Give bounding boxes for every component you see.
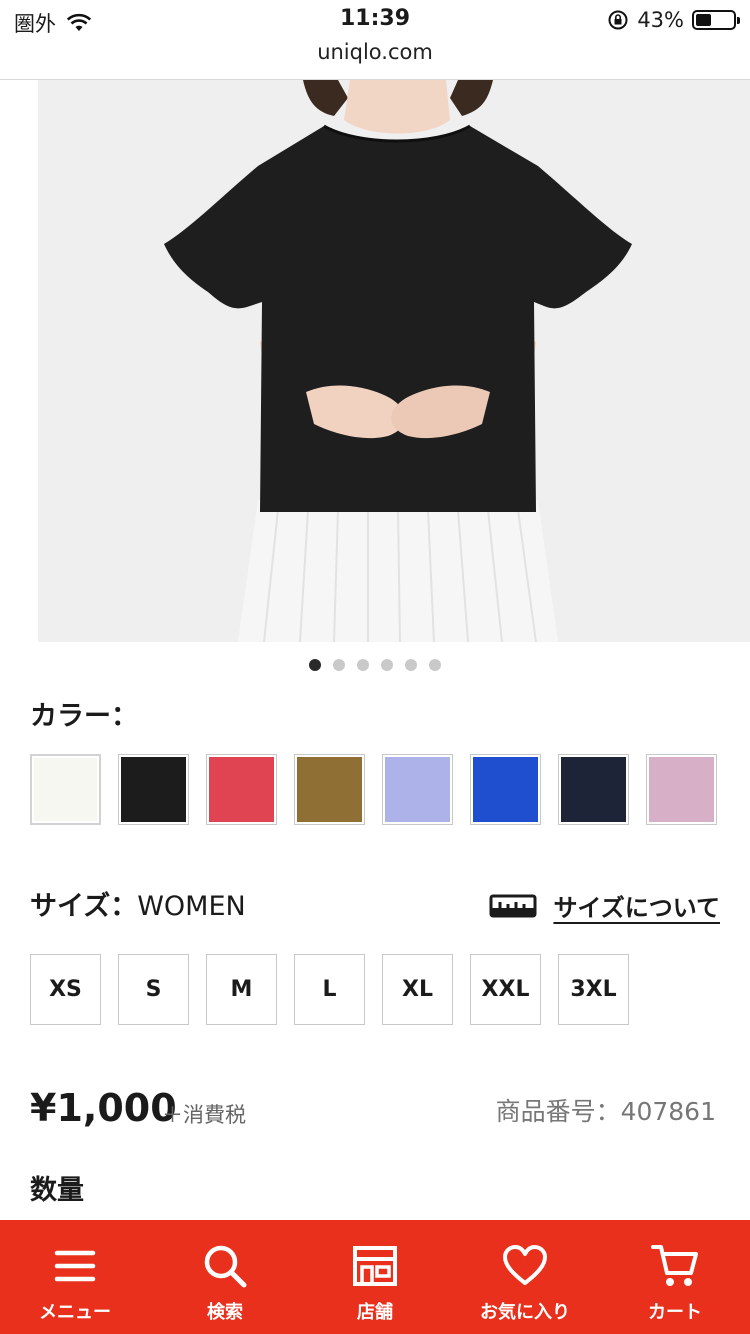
color-swatch-fill (34, 758, 97, 821)
color-swatch-lavender[interactable] (382, 754, 453, 825)
size-guide-label: サイズについて (553, 894, 720, 922)
battery-percent: 43% (637, 8, 684, 32)
color-swatch-olive-brown[interactable] (294, 754, 365, 825)
nav-store[interactable]: 店舗 (300, 1220, 450, 1334)
heart-icon (501, 1242, 549, 1290)
color-swatch-fill (385, 757, 450, 822)
nav-store-label: 店舗 (357, 1302, 393, 1323)
nav-search-label: 検索 (207, 1302, 243, 1323)
carousel-dot[interactable] (381, 659, 393, 671)
color-swatch-fill (649, 757, 714, 822)
color-swatch-fill (121, 757, 186, 822)
status-bar: 圏外 11:39 uniqlo.com 43% (0, 0, 750, 80)
cart-icon (651, 1242, 699, 1290)
color-swatch-fill (561, 757, 626, 822)
carousel-dot[interactable] (357, 659, 369, 671)
store-icon (351, 1242, 399, 1290)
nav-cart-label: カート (648, 1302, 702, 1323)
size-label-row: サイズ：WOMEN (30, 884, 246, 923)
size-option-3xl[interactable]: 3XL (558, 954, 629, 1025)
color-swatch-black[interactable] (118, 754, 189, 825)
nav-favorites[interactable]: お気に入り (450, 1220, 600, 1334)
color-swatches (30, 754, 717, 825)
color-label: カラー： (30, 701, 138, 732)
nav-cart[interactable]: カート (600, 1220, 750, 1334)
nav-menu-label: メニュー (39, 1302, 111, 1323)
battery-icon (692, 10, 740, 30)
size-option-s[interactable]: S (118, 954, 189, 1025)
size-label: サイズ： (30, 891, 138, 922)
bottom-nav: メニュー 検索 店舗 お気に入り カート (0, 1220, 750, 1334)
size-category: WOMEN (137, 891, 246, 922)
color-swatch-blue[interactable] (470, 754, 541, 825)
size-option-m[interactable]: M (206, 954, 277, 1025)
carousel-dot[interactable] (405, 659, 417, 671)
color-swatch-off-white[interactable] (30, 754, 101, 825)
tax-note: ＋消費税 (162, 1103, 246, 1127)
size-options: XS S M L XL XXL 3XL (30, 954, 629, 1025)
product-image[interactable] (38, 80, 750, 642)
carousel-dots (0, 659, 750, 671)
carousel-dot[interactable] (309, 659, 321, 671)
size-option-xs[interactable]: XS (30, 954, 101, 1025)
color-swatch-red[interactable] (206, 754, 277, 825)
size-option-l[interactable]: L (294, 954, 365, 1025)
carousel-dot[interactable] (333, 659, 345, 671)
nav-favorites-label: お気に入り (480, 1302, 570, 1323)
size-guide-link[interactable]: サイズについて (489, 888, 720, 923)
battery-fill (696, 14, 712, 26)
search-icon (201, 1242, 249, 1290)
nav-menu[interactable]: メニュー (0, 1220, 150, 1334)
status-right: 43% (607, 8, 740, 32)
product-code: 商品番号：407861 (495, 1097, 716, 1126)
carousel-dot[interactable] (429, 659, 441, 671)
quantity-label: 数量 (30, 1175, 84, 1206)
size-option-xxl[interactable]: XXL (470, 954, 541, 1025)
color-swatch-fill (209, 757, 274, 822)
color-swatch-fill (297, 757, 362, 822)
nav-search[interactable]: 検索 (150, 1220, 300, 1334)
price: ¥1,000 (30, 1086, 177, 1130)
page-url[interactable]: uniqlo.com (0, 40, 750, 64)
color-swatch-navy[interactable] (558, 754, 629, 825)
product-photo (38, 80, 750, 642)
menu-icon (51, 1242, 99, 1290)
rotation-lock-icon (608, 10, 628, 30)
size-option-xl[interactable]: XL (382, 954, 453, 1025)
color-swatch-fill (473, 757, 538, 822)
color-swatch-pink[interactable] (646, 754, 717, 825)
ruler-icon (489, 894, 537, 917)
